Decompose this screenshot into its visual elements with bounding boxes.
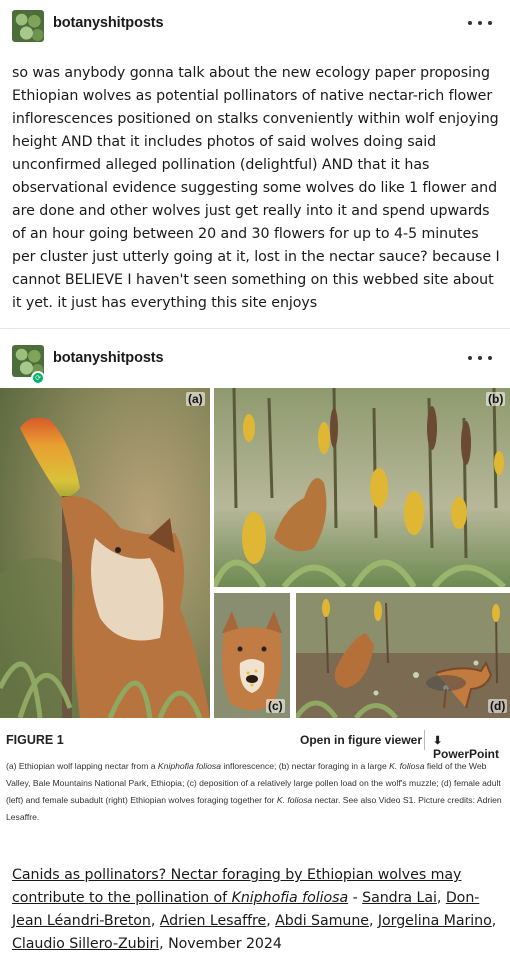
figure-panel-a: (a) xyxy=(0,388,210,718)
figure-panel-b: (b) xyxy=(214,388,510,587)
author-link[interactable]: Abdi Samune xyxy=(275,913,369,929)
wolf-flower-closeup-image xyxy=(0,388,210,718)
wolf-flower-field-image xyxy=(214,388,510,587)
figure-panel-d: (d) xyxy=(296,593,510,718)
author-link[interactable]: Claudio Sillero-Zubiri xyxy=(12,936,159,952)
two-wolves-foraging-image xyxy=(296,593,510,718)
figure-image[interactable]: (a) (b) (c) (d) xyxy=(0,388,510,718)
reblog-icon: ⟳ xyxy=(31,371,45,385)
more-options-icon[interactable] xyxy=(468,348,492,368)
panel-label-d: (d) xyxy=(488,699,508,713)
username[interactable]: botanyshitposts xyxy=(53,15,164,31)
download-icon: ⬇ xyxy=(433,735,443,747)
figure-caption: (a) Ethiopian wolf lapping nectar from a… xyxy=(6,761,502,822)
username[interactable]: botanyshitposts xyxy=(53,350,164,366)
figure-title: FIGURE 1 xyxy=(6,733,64,747)
panel-label-c: (c) xyxy=(266,699,285,713)
powerpoint-download-link[interactable]: ⬇PowerPoint xyxy=(433,733,510,761)
panel-label-a: (a) xyxy=(186,392,205,406)
author-link[interactable]: Jorgelina Marino xyxy=(378,913,492,929)
post-divider xyxy=(0,328,510,329)
author-link[interactable]: Adrien Lesaffre xyxy=(160,913,266,929)
avatar[interactable] xyxy=(12,10,44,42)
more-options-icon[interactable] xyxy=(468,13,492,33)
open-figure-viewer-link[interactable]: Open in figure viewer xyxy=(300,733,422,747)
figure-panel-c: (c) xyxy=(214,593,290,718)
paper-citation: Canids as pollinators? Nectar foraging b… xyxy=(12,867,497,952)
author-link[interactable]: Sandra Lai xyxy=(362,890,437,906)
post-header-2: ⟳ botanyshitposts xyxy=(0,337,510,385)
post-header-1: botanyshitposts xyxy=(0,2,510,46)
post-body-text: so was anybody gonna talk about the new … xyxy=(12,65,500,311)
figure-toolbar: FIGURE 1 Open in figure viewer ⬇PowerPoi… xyxy=(0,728,510,761)
panel-label-b: (b) xyxy=(486,392,506,406)
toolbar-divider xyxy=(424,730,425,750)
